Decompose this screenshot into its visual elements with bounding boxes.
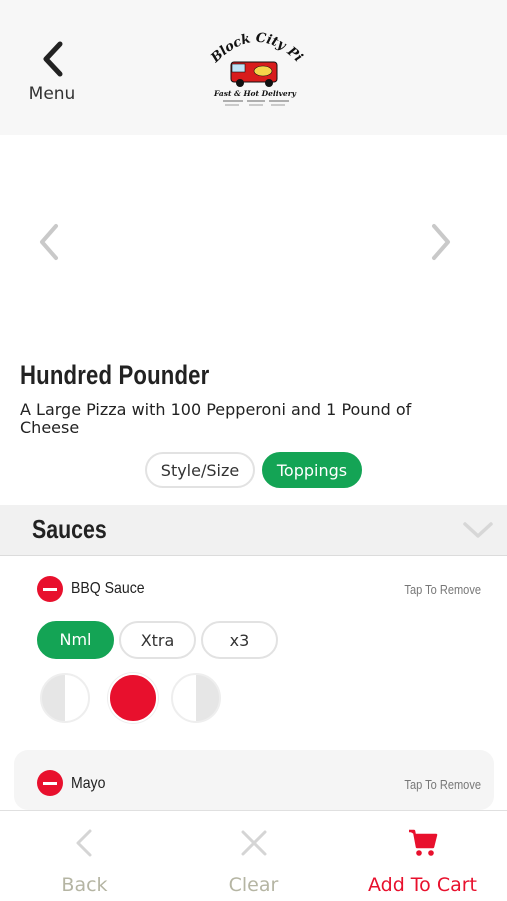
close-icon [237, 826, 271, 860]
amount-extra-button[interactable]: Xtra [119, 621, 196, 659]
tap-to-remove-hint[interactable]: Tap To Remove [379, 582, 481, 597]
tab-style-size[interactable]: Style/Size [145, 452, 255, 488]
clear-button[interactable]: Clear [169, 812, 338, 900]
remove-icon[interactable] [37, 770, 63, 796]
carousel-next-icon[interactable] [428, 222, 454, 262]
product-description: A Large Pizza with 100 Pepperoni and 1 P… [20, 400, 412, 437]
product-title: Hundred Pounder [20, 360, 210, 390]
item-name-bbq-sauce: BBQ Sauce [71, 580, 145, 597]
left-half-portion-icon[interactable] [40, 673, 90, 723]
carousel-prev-icon[interactable] [36, 222, 62, 262]
back-chevron-icon [68, 826, 102, 860]
section-title: Sauces [32, 514, 107, 544]
svg-text:Block City Pizza: Block City Pizza [205, 22, 305, 66]
svg-text:Fast & Hot Delivery: Fast & Hot Delivery [213, 89, 297, 98]
clear-label: Clear [228, 874, 279, 896]
right-half-portion-icon[interactable] [171, 673, 221, 723]
remove-icon[interactable] [37, 576, 63, 602]
add-to-cart-label: Add To Cart [367, 874, 478, 896]
menu-label[interactable]: Menu [22, 84, 82, 104]
back-button[interactable]: Back [0, 812, 169, 900]
back-label: Back [61, 874, 108, 896]
amount-triple-button[interactable]: x3 [201, 621, 278, 659]
tap-to-remove-hint[interactable]: Tap To Remove [379, 777, 481, 792]
item-name-mayo: Mayo [71, 775, 106, 792]
add-to-cart-button[interactable]: Add To Cart [338, 812, 507, 900]
back-chevron-icon[interactable] [38, 40, 68, 78]
restaurant-logo: Block City Pizza Fast & Hot Delivery [200, 11, 305, 110]
whole-portion-icon[interactable] [108, 673, 158, 723]
chevron-down-icon[interactable] [462, 520, 494, 540]
amount-normal-button[interactable]: Nml [37, 621, 114, 659]
tab-toppings[interactable]: Toppings [262, 452, 362, 488]
cart-icon [406, 826, 440, 860]
